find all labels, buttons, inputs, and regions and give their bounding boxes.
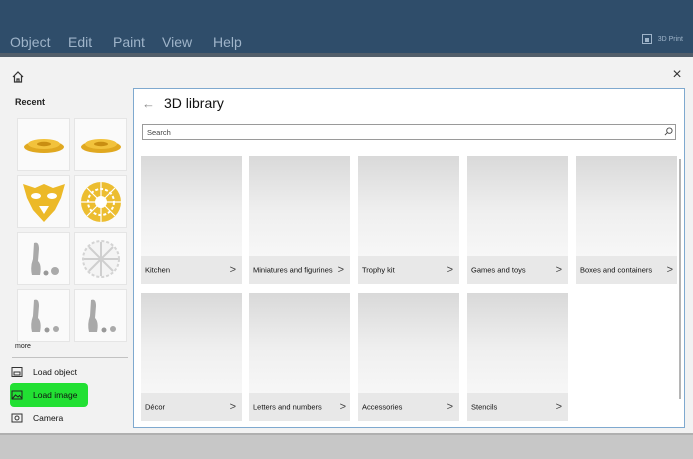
- mask-ornament-icon: [22, 183, 65, 222]
- chevron-right-icon: >: [555, 401, 562, 413]
- category-tile-stencils[interactable]: Stencils >: [467, 293, 568, 421]
- menu-paint[interactable]: Paint: [113, 34, 145, 50]
- category-label: Accessories: [362, 402, 403, 412]
- category-label-bar: Boxes and containers >: [576, 256, 677, 284]
- load-image-button[interactable]: Load image: [11, 386, 77, 404]
- lace-doily-icon: [23, 138, 64, 153]
- menu-bar: Object Edit Paint View Help 3D Print: [0, 0, 693, 57]
- recent-label: Recent: [15, 97, 46, 107]
- camera-label: Camera: [33, 413, 64, 423]
- menu-edit[interactable]: Edit: [68, 34, 92, 50]
- chevron-right-icon: >: [446, 264, 453, 276]
- library-title: 3D library: [164, 95, 224, 111]
- category-tile-accessories[interactable]: Accessories >: [358, 293, 459, 421]
- category-label: Miniatures and figurines: [253, 265, 333, 275]
- sidebar-divider: [12, 357, 128, 358]
- category-label: Décor: [145, 402, 166, 412]
- search-input[interactable]: [142, 124, 676, 140]
- category-tile-letters-and-numbers[interactable]: Letters and numbers >: [249, 293, 350, 421]
- category-label-bar: Miniatures and figurines >: [249, 256, 350, 284]
- search-icon[interactable]: [664, 127, 673, 136]
- camera-button[interactable]: Camera: [11, 409, 63, 427]
- chevron-right-icon: >: [339, 401, 346, 413]
- canvas-strip: [0, 433, 693, 459]
- category-label: Games and toys: [471, 265, 526, 275]
- close-icon[interactable]: ×: [670, 67, 684, 83]
- category-label: Stencils: [471, 402, 498, 412]
- category-label-bar: Games and toys >: [467, 256, 568, 284]
- category-thumbnail: [358, 156, 459, 256]
- category-tile-games-and-toys[interactable]: Games and toys >: [467, 156, 568, 284]
- scrollbar[interactable]: [679, 159, 681, 399]
- figurine-icon: [30, 299, 59, 332]
- chevron-right-icon: >: [229, 401, 236, 413]
- back-arrow-icon[interactable]: ←: [142, 96, 155, 111]
- figurine-icon: [87, 299, 116, 332]
- recent-thumbnail[interactable]: [17, 289, 70, 342]
- category-thumbnail: [141, 293, 242, 393]
- load-image-label: Load image: [33, 390, 78, 400]
- category-thumbnail: [249, 156, 350, 256]
- camera-icon: [11, 413, 23, 423]
- recent-thumbnail[interactable]: [17, 232, 70, 285]
- category-label-bar: Trophy kit >: [358, 256, 459, 284]
- recent-thumbnail[interactable]: [17, 175, 70, 228]
- recent-thumbnail[interactable]: [74, 118, 127, 171]
- category-thumbnail: [249, 293, 350, 393]
- chevron-right-icon: >: [446, 401, 453, 413]
- menu-object[interactable]: Object: [10, 34, 50, 50]
- home-icon[interactable]: [11, 70, 25, 84]
- snowflake-icon: [81, 239, 120, 278]
- chevron-right-icon: >: [337, 264, 344, 276]
- load-object-button[interactable]: Load object: [11, 363, 77, 381]
- menu-view[interactable]: View: [162, 34, 192, 50]
- category-label-bar: Kitchen >: [141, 256, 242, 284]
- category-thumbnail: [576, 156, 677, 256]
- print-3d-button[interactable]: 3D Print: [641, 34, 683, 44]
- category-tile-trophy-kit[interactable]: Trophy kit >: [358, 156, 459, 284]
- load-object-label: Load object: [33, 367, 77, 377]
- category-thumbnail: [467, 156, 568, 256]
- category-tile-miniatures[interactable]: Miniatures and figurines >: [249, 156, 350, 284]
- load-image-icon: [11, 390, 23, 400]
- category-tile-boxes-and-containers[interactable]: Boxes and containers >: [576, 156, 677, 284]
- snowflake-ornament-icon: [80, 181, 121, 222]
- recent-thumbnail[interactable]: [74, 232, 127, 285]
- more-link[interactable]: more: [15, 343, 31, 350]
- category-thumbnail: [141, 156, 242, 256]
- print-3d-label: 3D Print: [657, 35, 683, 43]
- category-label-bar: Décor >: [141, 393, 242, 421]
- category-label: Boxes and containers: [580, 265, 653, 275]
- recent-thumbnail[interactable]: [74, 175, 127, 228]
- figurine-icon: [30, 242, 59, 275]
- chevron-right-icon: >: [666, 264, 673, 276]
- category-label-bar: Accessories >: [358, 393, 459, 421]
- category-thumbnail: [467, 293, 568, 393]
- category-tile-kitchen[interactable]: Kitchen >: [141, 156, 242, 284]
- category-thumbnail: [358, 293, 459, 393]
- recent-thumbnail[interactable]: [74, 289, 127, 342]
- print-3d-icon: [641, 34, 652, 44]
- category-label: Kitchen: [145, 265, 171, 275]
- chevron-right-icon: >: [229, 264, 236, 276]
- category-tile-decor[interactable]: Décor >: [141, 293, 242, 421]
- category-label-bar: Stencils >: [467, 393, 568, 421]
- menu-help[interactable]: Help: [213, 34, 242, 50]
- recent-thumbnail[interactable]: [17, 118, 70, 171]
- category-label: Letters and numbers: [253, 402, 322, 412]
- library-dialog: ← 3D library Kitchen > Miniatures and fi…: [133, 88, 685, 428]
- lace-doily-icon: [80, 138, 121, 153]
- chevron-right-icon: >: [555, 264, 562, 276]
- category-label: Trophy kit: [362, 265, 395, 275]
- category-label-bar: Letters and numbers >: [249, 393, 350, 421]
- load-object-icon: [11, 367, 23, 377]
